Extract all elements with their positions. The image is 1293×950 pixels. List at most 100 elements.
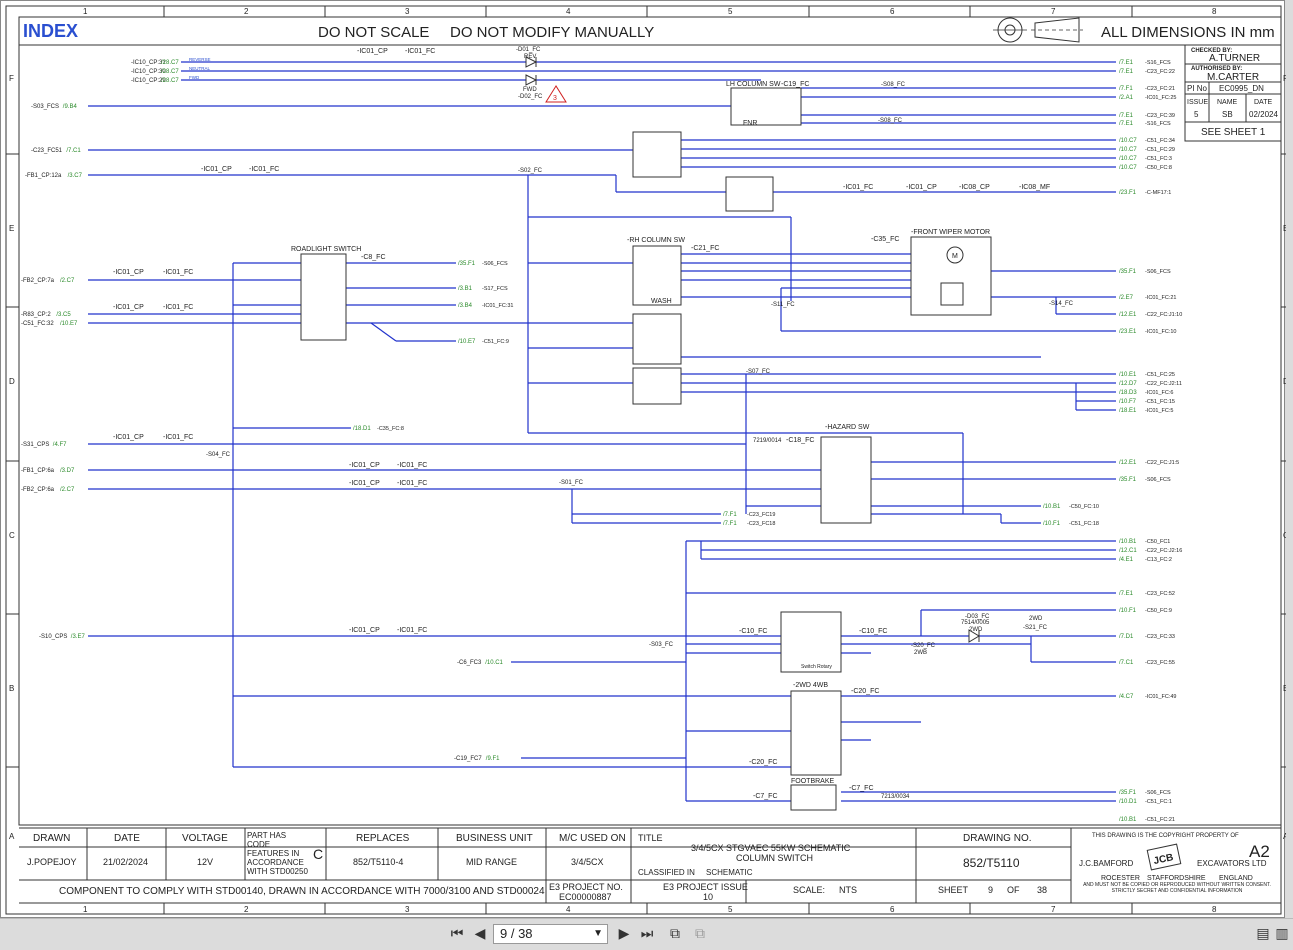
svg-text:/7.E1: /7.E1 <box>1119 591 1134 597</box>
right-ref-3[interactable]: /2.A1 -IC01_FC:25 <box>1119 95 1177 101</box>
right-ref-9[interactable]: /10.C7 -C50_FC:8 <box>1119 165 1172 171</box>
svg-text:-C13_FC:2: -C13_FC:2 <box>1145 557 1172 563</box>
svg-text:-C23_FC:52: -C23_FC:52 <box>1145 591 1175 597</box>
page-number-select[interactable]: 9 / 38 ▼ <box>493 924 608 944</box>
prev-page-icon[interactable]: ◀ <box>470 925 490 943</box>
mid-ref-4[interactable]: /18.D1 -C35_FC:8 <box>353 426 404 432</box>
right-ref-22[interactable]: /10.B1 -C50_FC:10 <box>1043 504 1099 510</box>
left-ref-7[interactable]: -FB1_CP:6a/3.D7 <box>21 468 75 474</box>
component-roadlight-switch[interactable]: ROADLIGHT SWITCH <box>291 246 361 341</box>
right-ref-14[interactable]: /23.E1 -IC01_FC:10 <box>1119 329 1177 335</box>
right-ref-2[interactable]: /7.F1 -C23_FC:21 <box>1119 86 1175 92</box>
right-ref-33[interactable]: /10.D1 -C51_FC:1 <box>1119 799 1172 805</box>
svg-text:SCALE:: SCALE: <box>793 885 825 895</box>
right-ref-23[interactable]: /10.F1 -C51_FC:18 <box>1043 521 1099 527</box>
right-cross-references: /7.E1 -S16_FCS/7.E1 -C23_FC:22/7.F1 -C23_FC… <box>1043 60 1182 823</box>
svg-text:/4.E1: /4.E1 <box>1119 557 1134 563</box>
horn-switch[interactable] <box>725 176 774 212</box>
right-ref-12[interactable]: /2.E7 -IC01_FC:21 <box>1119 295 1177 301</box>
top-left-ref-1[interactable]: -IC10_CP:30/28.C7NEUTRAL <box>131 66 211 75</box>
grid-row-right-A: A <box>1283 832 1286 841</box>
mid-ref-2[interactable]: /3.B4 -IC01_FC:31 <box>458 303 514 309</box>
component-footbrake[interactable]: FOOTBRAKE <box>790 778 837 811</box>
right-ref-28[interactable]: /10.F1 -C50_FC:9 <box>1119 608 1172 614</box>
svg-text:ENGLAND: ENGLAND <box>1219 875 1253 882</box>
component-rh-column-sw[interactable]: -RH COLUMN SW WASH <box>627 237 685 306</box>
left-ref-1[interactable]: -C23_FC51/7.C1 <box>31 148 81 154</box>
legal-text: AND MUST NOT BE COPIED OR REPRODUCED WIT… <box>1083 882 1271 894</box>
right-ref-27[interactable]: /7.E1 -C23_FC:52 <box>1119 591 1175 597</box>
right-ref-20[interactable]: /12.E1 -C22_FC:J1:5 <box>1119 460 1179 466</box>
left-ref-10[interactable]: -C6_FC3/10.C1 <box>457 660 504 666</box>
right-ref-15[interactable]: /10.E1 -C51_FC:25 <box>1119 372 1175 378</box>
right-ref-13[interactable]: /12.E1 -C22_FC:J1:10 <box>1119 312 1182 318</box>
left-ref-4[interactable]: -R83_CP:2/3.C5 <box>21 312 71 318</box>
right-ref-4[interactable]: /7.E1 -C23_FC:39 <box>1119 113 1175 119</box>
rh-switch-lower[interactable] <box>632 367 682 405</box>
grid-row-right-D: D <box>1283 377 1286 386</box>
right-ref-17[interactable]: /18.D3 -IC01_FC:6 <box>1119 390 1173 396</box>
right-ref-29[interactable]: /7.D1 -C23_FC:33 <box>1119 634 1175 640</box>
continuous-view-icon[interactable]: ▥ <box>1272 925 1292 943</box>
svg-text:852/T5110: 852/T5110 <box>963 856 1020 870</box>
svg-text:EC0995_DN: EC0995_DN <box>1219 84 1264 93</box>
right-ref-32[interactable]: /35.F1 -S06_FCS <box>1119 790 1171 796</box>
top-left-ref-0[interactable]: -IC10_CP:31/28.C7REVERSE <box>131 57 211 66</box>
right-ref-26[interactable]: /4.E1 -C13_FC:2 <box>1119 557 1172 563</box>
left-ref-8[interactable]: -FB2_CP:6a/2.C7 <box>21 487 75 493</box>
right-ref-0[interactable]: /7.E1 -S16_FCS <box>1119 60 1171 66</box>
right-ref-19[interactable]: /18.E1 -IC01_FC:5 <box>1119 408 1173 414</box>
component-switch-rotary[interactable]: Switch Rotary <box>780 611 842 673</box>
svg-text:/3.E7: /3.E7 <box>71 634 86 640</box>
right-ref-1[interactable]: /7.E1 -C23_FC:22 <box>1119 69 1175 75</box>
svg-text:NAME: NAME <box>1217 99 1238 106</box>
right-ref-31[interactable]: /4.C7 -IC01_FC:49 <box>1119 694 1177 700</box>
left-ref-3[interactable]: -FB2_CP:7a/2.C7 <box>21 278 75 284</box>
index-link[interactable]: INDEX <box>23 21 78 41</box>
wash-switch[interactable] <box>632 313 682 365</box>
page-forward-icon[interactable]: ⧉ <box>690 925 710 943</box>
right-ref-16[interactable]: /12.D7 -C22_FC:J2:11 <box>1119 381 1182 387</box>
right-ref-8[interactable]: /10.C7 -C51_FC:3 <box>1119 156 1172 162</box>
svg-text:/9.B4: /9.B4 <box>63 104 78 110</box>
right-ref-5[interactable]: /7.E1 -S16_FCS <box>1119 121 1171 127</box>
mid-ref-5[interactable]: /7.F1 -C23_FC19 <box>723 512 775 518</box>
right-ref-34[interactable]: /10.B1 -C51_FC:21 <box>1119 817 1175 823</box>
component-front-wiper-motor[interactable]: M -FRONT WIPER MOTOR <box>910 229 992 316</box>
right-ref-25[interactable]: /12.C1 -C22_FC:J2:16 <box>1119 548 1182 554</box>
gear-selector-switch[interactable] <box>632 131 682 178</box>
component-hazard-sw[interactable]: -HAZARD SW <box>820 424 872 524</box>
mid-ref-0[interactable]: /35.F1 -S06_FCS <box>458 261 508 267</box>
page-back-icon[interactable]: ⧉ <box>665 925 685 943</box>
top-left-ref-2[interactable]: -IC10_CP:29/28.C7FWD <box>131 75 200 84</box>
svg-text:-C23_FC:39: -C23_FC:39 <box>1145 113 1175 119</box>
right-ref-11[interactable]: /35.F1 -S06_FCS <box>1119 269 1171 275</box>
svg-text:/10.C1: /10.C1 <box>485 660 503 666</box>
right-ref-6[interactable]: /10.C7 -C51_FC:34 <box>1119 138 1175 144</box>
left-ref-11[interactable]: -C19_FC7/9.F1 <box>454 756 500 762</box>
right-ref-24[interactable]: /10.B1 -C50_FC1 <box>1119 539 1170 545</box>
right-ref-10[interactable]: /23.F1 -C-MF17:1 <box>1119 190 1171 196</box>
single-page-view-icon[interactable]: ▤ <box>1253 925 1273 943</box>
right-ref-21[interactable]: /35.F1 -S06_FCS <box>1119 477 1171 483</box>
svg-text:/7.E1: /7.E1 <box>1119 113 1134 119</box>
first-page-icon[interactable]: ⏮ <box>447 925 467 943</box>
svg-text:-FRONT WIPER MOTOR: -FRONT WIPER MOTOR <box>911 229 990 236</box>
diode-d03: -D03_FC 7514/0005 2WD <box>961 614 990 643</box>
left-ref-9[interactable]: -S10_CPS/3.E7 <box>39 634 85 640</box>
mid-ref-6[interactable]: /7.F1 -C23_FC18 <box>723 521 775 527</box>
right-ref-18[interactable]: /10.F7 -C51_FC:15 <box>1119 399 1175 405</box>
last-page-icon[interactable]: ⏭ <box>637 925 657 943</box>
mid-ref-3[interactable]: /10.E7 -C51_FC:9 <box>458 339 509 345</box>
left-ref-2[interactable]: -FB1_CP:12a/3.C7 <box>25 173 83 179</box>
component-2wd-4wb[interactable]: -2WD 4WB <box>790 682 842 776</box>
connector-ic01-cp-4: -IC01_CP <box>349 462 380 469</box>
right-ref-30[interactable]: /7.C1 -C23_FC:55 <box>1119 660 1175 666</box>
right-ref-7[interactable]: /10.C7 -C51_FC:29 <box>1119 147 1175 153</box>
next-page-icon[interactable]: ▶ <box>614 925 634 943</box>
left-ref-0[interactable]: -S03_FCS/9.B4 <box>31 104 77 110</box>
see-sheet-link[interactable]: SEE SHEET 1 <box>1201 127 1266 138</box>
left-ref-5[interactable]: -C51_FC:32/10.E7 <box>21 321 78 327</box>
left-ref-6[interactable]: -S31_CPS/4.F7 <box>21 442 67 448</box>
mid-ref-1[interactable]: /3.B1 -S17_FCS <box>458 286 508 292</box>
